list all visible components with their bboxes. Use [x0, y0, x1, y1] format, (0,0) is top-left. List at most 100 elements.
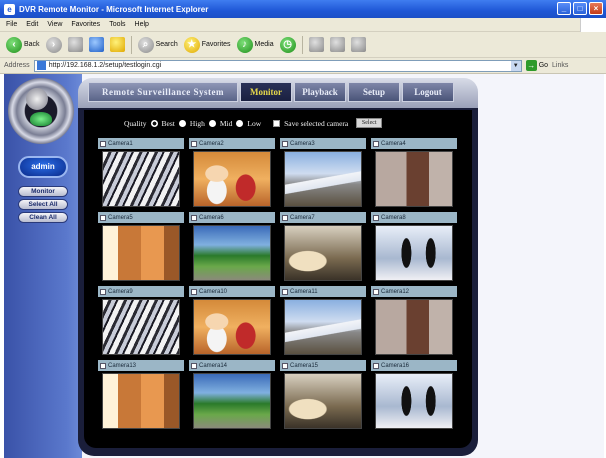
camera-checkbox[interactable]	[282, 140, 288, 147]
minimize-button[interactable]: _	[557, 2, 571, 15]
camera-checkbox[interactable]	[373, 288, 379, 295]
back-arrow-icon: ‹	[6, 36, 22, 53]
menu-file[interactable]: File	[6, 21, 17, 28]
camera-feed-car[interactable]	[284, 373, 362, 429]
menu-view[interactable]: View	[47, 21, 62, 28]
camera-header: Camera1	[98, 138, 184, 149]
camera-feed-train[interactable]	[284, 151, 362, 207]
clean-all-button[interactable]: Clean All	[18, 212, 68, 223]
camera-feed-park[interactable]	[193, 225, 271, 281]
camera-tile[interactable]: Camera9	[98, 286, 184, 358]
camera-header: Camera16	[371, 360, 457, 371]
camera-tile[interactable]: Camera8	[371, 212, 457, 284]
camera-tile[interactable]: Camera12	[371, 286, 457, 358]
camera-feed-crowd[interactable]	[102, 151, 180, 207]
camera-label: Camera1	[108, 140, 133, 147]
stop-icon[interactable]	[67, 37, 83, 52]
address-input[interactable]: http://192.168.1.2/setup/testlogin.cgi ▼	[33, 59, 522, 72]
camera-tile[interactable]: Camera4	[371, 138, 457, 210]
camera-checkbox[interactable]	[100, 362, 106, 369]
camera-tile[interactable]: Camera16	[371, 360, 457, 432]
select-all-button[interactable]: Select All	[18, 199, 68, 210]
camera-tile[interactable]: Camera5	[98, 212, 184, 284]
camera-feed-people[interactable]	[375, 373, 453, 429]
monitor-side-button[interactable]: Monitor	[18, 186, 68, 197]
camera-label: Camera11	[290, 288, 318, 295]
camera-tile[interactable]: Camera3	[280, 138, 366, 210]
camera-tile[interactable]: Camera14	[189, 360, 275, 432]
links-label[interactable]: Links	[552, 62, 568, 69]
toolbar-divider	[130, 35, 132, 54]
camera-feed-people[interactable]	[375, 225, 453, 281]
camera-tile[interactable]: Camera15	[280, 360, 366, 432]
camera-feed-train[interactable]	[284, 299, 362, 355]
mail-icon[interactable]	[308, 37, 324, 52]
camera-checkbox[interactable]	[282, 214, 288, 221]
camera-tile[interactable]: Camera13	[98, 360, 184, 432]
camera-label: Camera9	[108, 288, 133, 295]
camera-feed-park[interactable]	[193, 373, 271, 429]
camera-feed-office[interactable]	[193, 299, 271, 355]
menu-tools[interactable]: Tools	[109, 21, 125, 28]
quality-best-radio[interactable]	[150, 119, 158, 127]
camera-tile[interactable]: Camera7	[280, 212, 366, 284]
camera-header: Camera9	[98, 286, 184, 297]
forward-button[interactable]: ›	[45, 36, 62, 53]
save-camera-checkbox[interactable]	[273, 119, 281, 127]
favorites-button[interactable]: ★ Favorites	[183, 36, 231, 53]
window-titlebar: e DVR Remote Monitor - Microsoft Interne…	[0, 0, 606, 18]
camera-checkbox[interactable]	[373, 362, 379, 369]
history-icon[interactable]: ◷	[279, 36, 296, 53]
camera-feed-door[interactable]	[375, 299, 453, 355]
menu-edit[interactable]: Edit	[26, 21, 38, 28]
maximize-button[interactable]: □	[573, 2, 587, 15]
tab-logout[interactable]: Logout	[402, 82, 454, 102]
camera-checkbox[interactable]	[100, 140, 106, 147]
edit-icon[interactable]	[350, 37, 366, 52]
tab-setup[interactable]: Setup	[348, 82, 400, 102]
search-button[interactable]: ⌕ Search	[137, 36, 178, 53]
menu-help[interactable]: Help	[135, 21, 149, 28]
camera-tile[interactable]: Camera6	[189, 212, 275, 284]
home-icon[interactable]	[109, 37, 125, 52]
camera-tile[interactable]: Camera11	[280, 286, 366, 358]
print-icon[interactable]	[329, 37, 345, 52]
camera-checkbox[interactable]	[373, 140, 379, 147]
go-label: Go	[538, 62, 549, 69]
quality-high-radio[interactable]	[178, 119, 186, 127]
camera-feed-crowd[interactable]	[102, 299, 180, 355]
camera-checkbox[interactable]	[373, 214, 379, 221]
camera-checkbox[interactable]	[282, 362, 288, 369]
camera-tile[interactable]: Camera2	[189, 138, 275, 210]
refresh-icon[interactable]	[88, 37, 104, 52]
quality-mid-radio[interactable]	[208, 119, 216, 127]
tab-monitor[interactable]: Monitor	[240, 82, 292, 102]
camera-feed-car[interactable]	[284, 225, 362, 281]
camera-feed-office[interactable]	[193, 151, 271, 207]
camera-label: Camera4	[381, 140, 406, 147]
camera-checkbox[interactable]	[191, 214, 197, 221]
camera-feed-door[interactable]	[375, 151, 453, 207]
camera-checkbox[interactable]	[191, 140, 197, 147]
menu-favorites[interactable]: Favorites	[71, 21, 100, 28]
app-title: Remote Surveillance System	[88, 82, 238, 102]
camera-checkbox[interactable]	[100, 288, 106, 295]
camera-feed-hall[interactable]	[102, 225, 180, 281]
camera-checkbox[interactable]	[100, 214, 106, 221]
go-button[interactable]: → Go	[525, 60, 549, 71]
camera-checkbox[interactable]	[282, 288, 288, 295]
camera-feed-hall[interactable]	[102, 373, 180, 429]
camera-checkbox[interactable]	[191, 362, 197, 369]
back-button[interactable]: ‹ Back	[6, 36, 40, 53]
close-button[interactable]: ×	[589, 2, 603, 15]
tab-playback[interactable]: Playback	[294, 82, 346, 102]
camera-checkbox[interactable]	[191, 288, 197, 295]
media-button[interactable]: ♪ Media	[236, 36, 274, 53]
camera-tile[interactable]: Camera10	[189, 286, 275, 358]
camera-header: Camera8	[371, 212, 457, 223]
camera-tile[interactable]: Camera1	[98, 138, 184, 210]
quality-low-radio[interactable]	[236, 119, 244, 127]
select-button[interactable]: Select	[356, 118, 383, 128]
chevron-down-icon[interactable]: ▼	[510, 60, 521, 71]
address-bar: Address http://192.168.1.2/setup/testlog…	[0, 58, 606, 74]
